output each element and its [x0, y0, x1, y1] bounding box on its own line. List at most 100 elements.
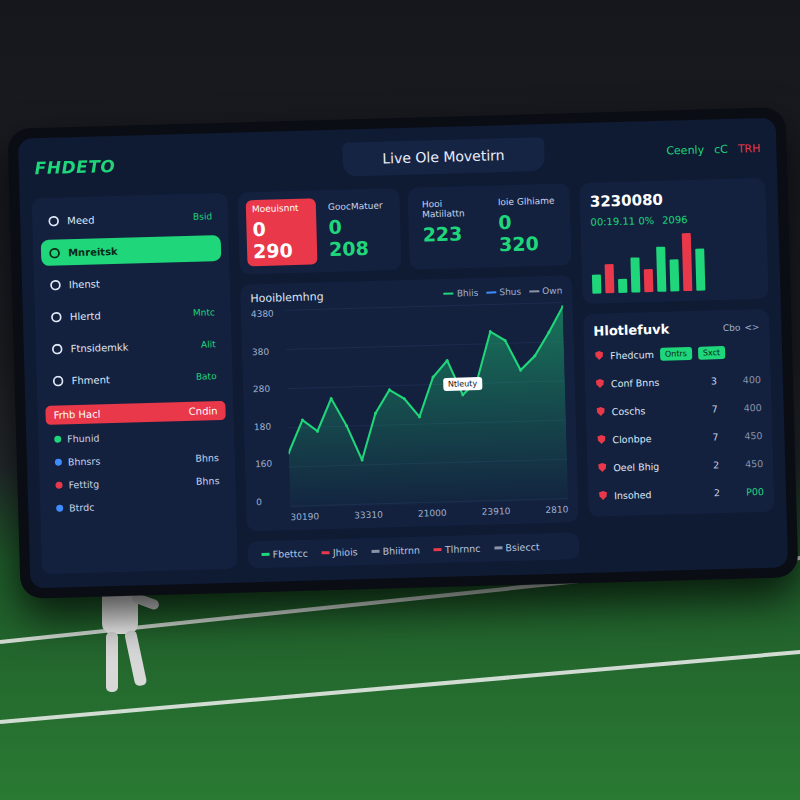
- hotlist-row[interactable]: FhedcumOntrsSxct: [594, 340, 761, 367]
- match-label: Fhunid: [67, 429, 212, 444]
- x-tick: 30190: [290, 511, 319, 522]
- sidebar-item[interactable]: FhmentBato: [44, 363, 225, 394]
- filter-button[interactable]: <>: [744, 322, 759, 332]
- data-point[interactable]: [489, 330, 492, 333]
- hotlist-count: 3: [707, 375, 721, 386]
- data-point[interactable]: [418, 415, 421, 418]
- legend-swatch: [529, 290, 539, 292]
- data-point[interactable]: [504, 339, 507, 342]
- hotlist-name: Clonbpe: [612, 431, 702, 445]
- stat-card: 323008000:19.11 0%2096: [579, 178, 768, 304]
- strip-item[interactable]: Bhiitrnn: [372, 545, 421, 557]
- odds-label: Ioie Glhiame: [498, 196, 556, 208]
- sidebar-item[interactable]: Ihenst: [42, 267, 223, 298]
- y-axis: 43803802801801600: [251, 308, 287, 509]
- strip-swatch: [372, 550, 380, 553]
- x-tick: 2810: [545, 504, 568, 515]
- hotlist-odds: 400: [728, 402, 762, 414]
- hotlist-row[interactable]: Clonbpe7450: [596, 424, 763, 451]
- data-point[interactable]: [461, 393, 464, 396]
- data-point[interactable]: [374, 412, 377, 415]
- strip-swatch: [494, 546, 502, 549]
- odds-item[interactable]: Moeuisnnt0 290: [246, 198, 318, 266]
- strip-swatch: [322, 551, 330, 554]
- data-point[interactable]: [533, 354, 536, 357]
- strip-item[interactable]: Fbettcc: [261, 548, 308, 560]
- strip-item[interactable]: Bsiecct: [494, 541, 539, 553]
- shield-icon: [596, 434, 606, 444]
- sidebar-item[interactable]: Mnreitsk: [41, 235, 222, 266]
- tablet: FHDETOLive Ole MovetirnCeenlycCTRHMeedBs…: [8, 107, 799, 599]
- stat-sub: 00:19.11 0%: [590, 215, 654, 228]
- legend-item: Shus: [486, 286, 521, 297]
- hotlist-row[interactable]: Conf Bnns3400: [595, 368, 762, 395]
- series-line: [285, 307, 567, 463]
- odds-card: Hooi Matiilattn223Ioie Glhiame0 320: [407, 183, 571, 269]
- data-point[interactable]: [388, 388, 391, 391]
- sidebar-item[interactable]: MeedBsid: [40, 203, 221, 234]
- data-point[interactable]: [361, 458, 364, 461]
- data-point[interactable]: [561, 305, 564, 308]
- data-point[interactable]: [287, 451, 290, 454]
- hotlist-row[interactable]: Insohed2P00: [598, 480, 765, 507]
- data-point[interactable]: [431, 376, 434, 379]
- legend-strip: Fbettcc Jhiois Bhiitrnn Tlhrnnc Bsiecct: [247, 532, 580, 568]
- strip-label: Fbettcc: [272, 548, 308, 560]
- match-row[interactable]: Btrdc: [48, 495, 228, 517]
- x-tick: 33310: [354, 510, 383, 521]
- hotlist-odds: [744, 351, 760, 352]
- mini-bar: [656, 247, 666, 292]
- match-row[interactable]: FettitgBhns: [47, 472, 227, 494]
- filter-button[interactable]: Cbo: [723, 322, 741, 332]
- odds-item[interactable]: GoocMatuer0 208: [322, 196, 394, 264]
- shield-icon: [596, 406, 606, 416]
- hotlist-name: Insohed: [614, 487, 704, 501]
- match-row[interactable]: BhnsrsBhns: [47, 449, 227, 471]
- header-action[interactable]: cC: [714, 142, 728, 155]
- y-tick: 160: [255, 459, 285, 470]
- hotlist-name: Coschs: [612, 403, 702, 417]
- center-column: Moeuisnnt0 290GoocMatuer0 208Hooi Matiil…: [237, 183, 579, 568]
- strip-item[interactable]: Tlhrnnc: [434, 543, 481, 555]
- data-point[interactable]: [316, 430, 319, 433]
- alert-row[interactable]: Frhb HaclCndin: [45, 401, 225, 425]
- sidebar-item[interactable]: HlertdMntc: [42, 299, 223, 330]
- app-logo[interactable]: FHDETO: [30, 151, 221, 180]
- sidebar-label: Mnreitsk: [68, 243, 205, 258]
- data-point[interactable]: [547, 331, 550, 334]
- menu-icon: [51, 311, 62, 322]
- odds-item[interactable]: Hooi Matiilattn223: [416, 194, 488, 262]
- odds-label: Hooi Matiilattn: [422, 198, 481, 220]
- data-point[interactable]: [301, 418, 304, 421]
- chart-tooltip: Ntleuty: [443, 377, 483, 391]
- header-action[interactable]: Ceenly: [666, 143, 704, 157]
- hotlist-badge: Sxct: [698, 346, 726, 360]
- strip-swatch: [262, 553, 270, 556]
- hotlist-row[interactable]: Coschs7400: [595, 396, 762, 423]
- data-point[interactable]: [345, 424, 348, 427]
- shield-icon: [595, 378, 605, 388]
- mini-bar: [669, 259, 679, 291]
- x-axis: 301903331021000239102810: [290, 504, 568, 522]
- data-point[interactable]: [403, 397, 406, 400]
- header-action[interactable]: TRH: [738, 141, 761, 155]
- menu-icon: [50, 279, 61, 290]
- match-row[interactable]: Fhunid: [46, 426, 226, 448]
- data-point[interactable]: [330, 397, 333, 400]
- hotlist-row[interactable]: Oeel Bhig2450: [597, 452, 764, 479]
- sidebar-label: Fhment: [71, 372, 188, 386]
- sidebar-label: Ftnsidemkk: [71, 339, 194, 353]
- strip-item[interactable]: Jhiois: [322, 546, 358, 558]
- data-point[interactable]: [519, 368, 522, 371]
- sidebar: MeedBsidMnreitskIhenstHlertdMntcFtnsidem…: [32, 193, 238, 574]
- odds-label: Moeuisnnt: [252, 203, 310, 215]
- sidebar-item[interactable]: FtnsidemkkAlit: [43, 331, 224, 362]
- hotlist-odds: 450: [729, 457, 763, 469]
- odds-item[interactable]: Ioie Glhiame0 320: [492, 192, 564, 260]
- hotlist-name: Fhedcum: [610, 348, 654, 360]
- sidebar-value: Mntc: [193, 307, 215, 318]
- data-point[interactable]: [446, 359, 449, 362]
- alert-label: Frhb Hacl: [53, 408, 100, 420]
- hotlist-name: Oeel Bhig: [613, 459, 703, 473]
- odds-value: 0 208: [328, 214, 387, 260]
